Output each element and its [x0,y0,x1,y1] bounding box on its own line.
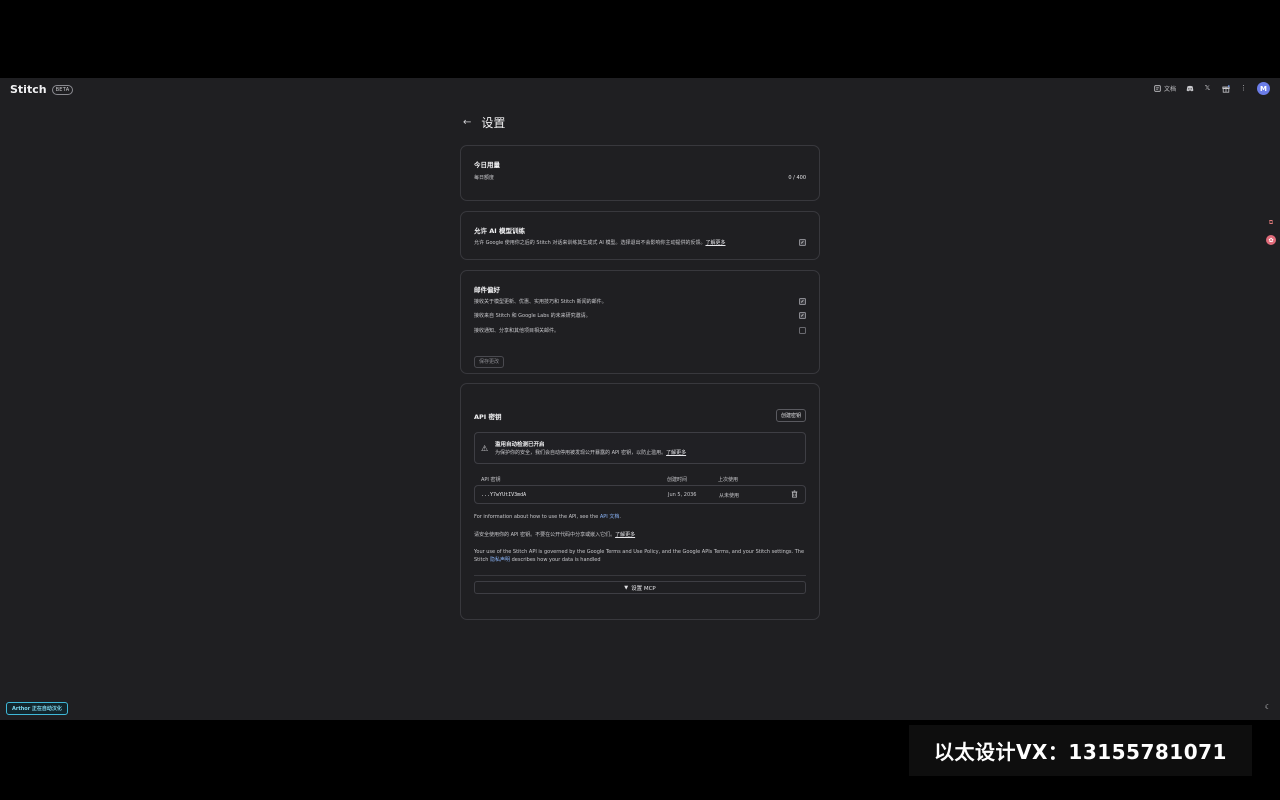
save-wrap: 保存更改 [474,348,505,368]
abuse-alert: ⚠ 滥用自动检测已开启 为保护你的安全，我们会自动停用被发现公开暴露的 API … [474,432,806,464]
docs-button[interactable]: 文档 [1153,84,1176,93]
api-info: For information about how to use the API… [474,514,621,520]
training-card: 允许 AI 模型训练 允许 Google 使用你之后的 Stitch 对话来训练… [460,211,820,260]
training-title: 允许 AI 模型训练 [474,227,525,235]
mcp-label: 设置 MCP [631,585,656,592]
training-row: 允许 Google 使用你之后的 Stitch 对话来训练其生成式 AI 模型。… [474,239,806,246]
usage-card: 今日用量 每日额度 0 / 400 [460,145,820,201]
training-desc: 允许 Google 使用你之后的 Stitch 对话来训练其生成式 AI 模型。… [474,239,726,246]
docs-label: 文档 [1163,86,1176,93]
watermark: 以太设计VX：13155781071 [909,725,1252,776]
page-header: ← 设置 [463,114,505,131]
page-title: 设置 [481,116,506,130]
x-twitter-icon[interactable]: 𝕏 [1203,84,1212,93]
email-checkbox-updates[interactable]: ✓ [799,298,806,305]
api-terms: Your use of the Stitch API is governed b… [474,548,806,564]
training-checkbox[interactable]: ✓ [799,239,806,246]
email-item-label: 接收来自 Stitch 和 Google Labs 的未来研究邀请。 [474,313,591,319]
back-arrow-icon[interactable]: ← [463,117,471,128]
training-desc-text: 允许 Google 使用你之后的 Stitch 对话来训练其生成式 AI 模型。… [474,240,706,246]
arthor-badge[interactable]: Arthor 正在自动汉化 [6,702,68,715]
top-bar: Stitch BETA 文档 𝕏 ⋮ M [0,78,1280,100]
api-key-value: ...Y7wYUtIV3mdA [481,492,527,498]
api-safety-link[interactable]: 了解更多 [615,532,635,538]
side-extension-icons: ⧉ ✿ [1266,219,1276,245]
top-actions: 文档 𝕏 ⋮ M [1153,82,1270,95]
api-card: API 密钥 创建密钥 ⚠ 滥用自动检测已开启 为保护你的安全，我们会自动停用被… [460,383,820,620]
caret-down-icon: ▼ [624,584,629,591]
api-terms-tail: describes how your data is handled [511,557,601,563]
api-safety: 请安全使用你的 API 密钥。不要在公开代码中分享或嵌入它们。了解更多 [474,531,806,539]
api-key-created: Jun 5, 2036 [668,492,697,498]
watermark-text: 以太设计VX：13155781071 [934,740,1227,764]
brand[interactable]: Stitch BETA [10,83,74,96]
divider [474,575,806,576]
email-item: 接收关于模型更新、优惠、实用技巧和 Stitch 新闻的邮件。 ✓ [474,298,806,305]
column-header-created: 创建时间 [667,477,688,483]
alert-title: 滥用自动检测已开启 [495,442,545,448]
email-checkbox-research[interactable]: ✓ [799,312,806,319]
usage-title: 今日用量 [474,161,500,169]
create-key-button[interactable]: 创建密钥 [775,409,806,422]
training-learn-more-link[interactable]: 了解更多 [705,240,725,246]
api-info-text: For information about how to use the API… [474,514,599,520]
beta-badge: BETA [51,84,74,95]
app-window: Stitch BETA 文档 𝕏 ⋮ M ← 设置 今日用量 每日额度 0 / … [0,78,1280,720]
api-key-last-used: 从未使用 [719,493,740,499]
alert-desc: 为保护你的安全，我们会自动停用被发现公开暴露的 API 密钥，以防止滥用。了解更… [495,449,686,456]
email-item-label: 接收关于模型更新、优惠、实用技巧和 Stitch 新闻的邮件。 [474,299,607,305]
mcp-setup-button[interactable]: ▼ 设置 MCP [474,581,806,594]
moon-icon[interactable]: ☾ [1265,703,1271,711]
translate-icon[interactable]: ⧉ [1267,219,1275,227]
api-docs-link[interactable]: API 文档 [600,514,620,520]
api-safety-text: 请安全使用你的 API 密钥。不要在公开代码中分享或嵌入它们。 [474,532,616,538]
usage-row: 每日额度 0 / 400 [474,174,806,182]
email-checkbox-notifications[interactable] [799,327,806,334]
docs-icon [1153,84,1162,93]
alert-learn-more-link[interactable]: 了解更多 [666,450,686,456]
table-row: ...Y7wYUtIV3mdA Jun 5, 2036 从未使用 [474,485,806,504]
avatar[interactable]: M [1257,82,1270,95]
email-card: 邮件偏好 接收关于模型更新、优惠、实用技巧和 Stitch 新闻的邮件。 ✓ 接… [460,270,820,374]
column-header-key: API 密钥 [481,477,501,483]
extension-icon[interactable]: ✿ [1266,235,1276,245]
email-item: 接收通知、分享和其他项目相关邮件。 [474,327,806,334]
usage-label: 每日额度 [474,175,495,181]
save-button[interactable]: 保存更改 [474,356,505,368]
email-item-label: 接收通知、分享和其他项目相关邮件。 [474,328,560,334]
email-title: 邮件偏好 [474,286,500,294]
column-header-last-used: 上次使用 [718,477,739,483]
usage-value: 0 / 400 [788,174,806,181]
alert-desc-text: 为保护你的安全，我们会自动停用被发现公开暴露的 API 密钥，以防止滥用。 [495,450,667,456]
privacy-link[interactable]: 隐私声明 [490,557,510,563]
gift-icon[interactable] [1221,84,1230,93]
discord-icon[interactable] [1185,84,1194,93]
app-name: Stitch [10,83,47,96]
api-title: API 密钥 [474,413,502,421]
email-item: 接收来自 Stitch 和 Google Labs 的未来研究邀请。 ✓ [474,312,806,319]
warning-icon: ⚠ [481,444,489,453]
delete-icon[interactable] [791,490,798,500]
more-vert-icon[interactable]: ⋮ [1239,84,1248,93]
